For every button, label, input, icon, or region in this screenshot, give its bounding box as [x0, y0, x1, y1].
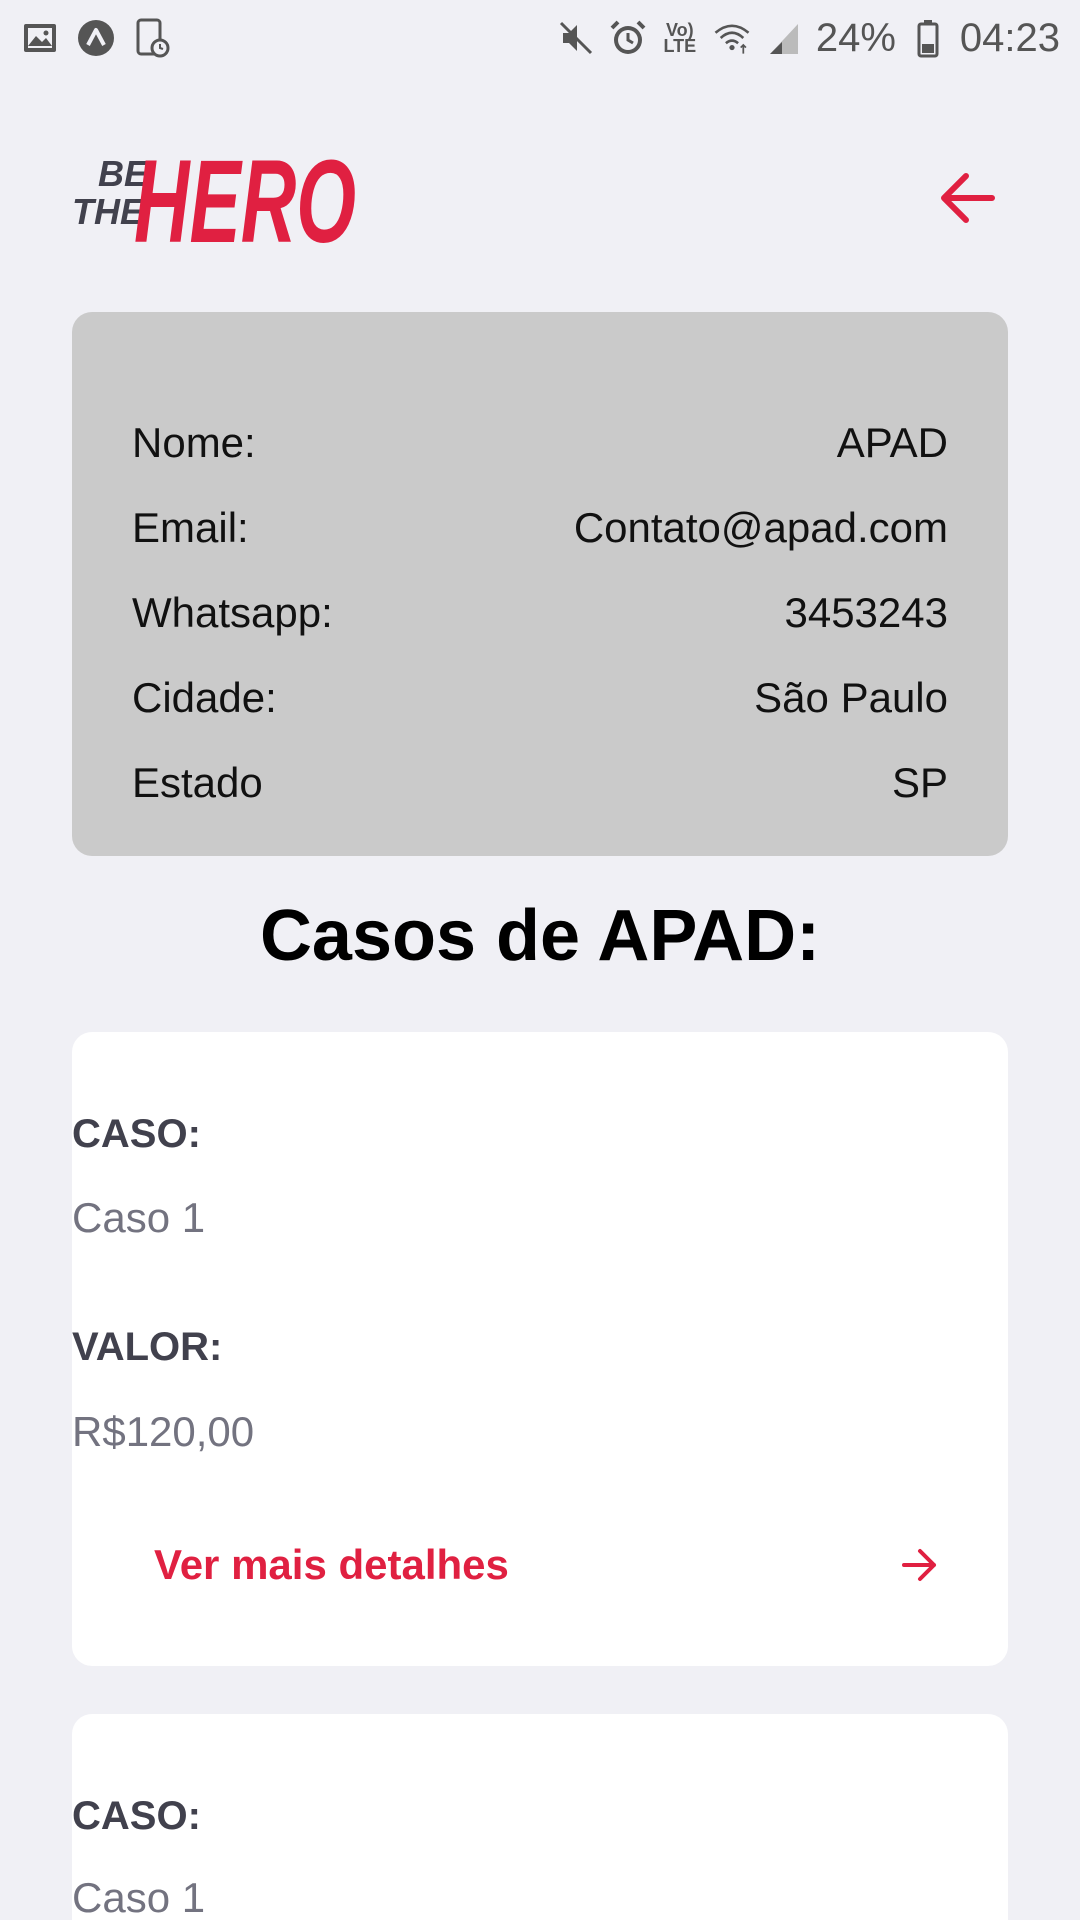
- cases-title: Casos de APAD:: [259, 896, 821, 976]
- battery-percent: 24%: [815, 15, 896, 60]
- status-right: Vo) LTE 24% 04:23: [556, 16, 1060, 61]
- info-value: SP: [891, 758, 948, 806]
- info-label: Email:: [132, 503, 249, 551]
- status-left: [20, 18, 172, 58]
- info-value: São Paulo: [754, 673, 948, 721]
- info-row-whatsapp: Whatsapp: 3453243: [132, 570, 948, 655]
- battery-icon: [908, 18, 948, 58]
- info-row-name: Nome: APAD: [132, 400, 948, 485]
- info-row-state: Estado SP: [132, 740, 948, 825]
- volte-icon: Vo) LTE: [660, 18, 700, 58]
- value-label: VALOR:: [72, 1325, 223, 1369]
- case-label: CASO:: [72, 1112, 201, 1156]
- signal-icon: [764, 18, 804, 58]
- info-row-email: Email: Contato@apad.com: [132, 485, 948, 570]
- value-value: R$120,00: [72, 1408, 255, 1455]
- info-value: APAD: [836, 418, 948, 466]
- info-label: Whatsapp:: [132, 588, 333, 636]
- volte-bottom-label: LTE: [663, 36, 697, 56]
- clock-time: 04:23: [959, 15, 1060, 60]
- screen: Vo) LTE 24% 04:23 BE THE HERO Nome: APAD…: [0, 0, 1080, 1920]
- case-label: CASO:: [72, 1794, 201, 1838]
- arrow-right-icon: [902, 1549, 936, 1581]
- alarm-icon: [608, 18, 648, 58]
- gallery-icon: [20, 18, 60, 58]
- info-label: Estado: [132, 758, 263, 806]
- status-bar: Vo) LTE 24% 04:23: [0, 0, 1080, 76]
- logo-hero-text: HERO: [134, 136, 356, 254]
- header: BE THE HERO: [72, 128, 1008, 268]
- info-label: Nome:: [132, 418, 256, 466]
- case-card: [72, 1714, 1008, 1920]
- info-value: 3453243: [784, 588, 948, 636]
- mute-icon: [556, 18, 596, 58]
- app-circle-icon: [76, 18, 116, 58]
- be-the-hero-logo: BE THE HERO: [72, 128, 362, 268]
- info-row-city: Cidade: São Paulo: [132, 655, 948, 740]
- details-button[interactable]: Ver mais detalhes: [154, 1530, 940, 1600]
- wifi-icon: [712, 18, 752, 58]
- details-label: Ver mais detalhes: [154, 1541, 509, 1588]
- case-value: Caso 1: [72, 1194, 206, 1241]
- info-value: Contato@apad.com: [573, 503, 948, 551]
- ong-info-card: Nome: APAD Email: Contato@apad.com Whats…: [72, 312, 1008, 856]
- device-clock-icon: [132, 18, 172, 58]
- back-button[interactable]: [928, 158, 1008, 238]
- case-value: Caso 1: [72, 1874, 206, 1920]
- arrow-left-icon: [941, 173, 995, 223]
- info-label: Cidade:: [132, 673, 277, 721]
